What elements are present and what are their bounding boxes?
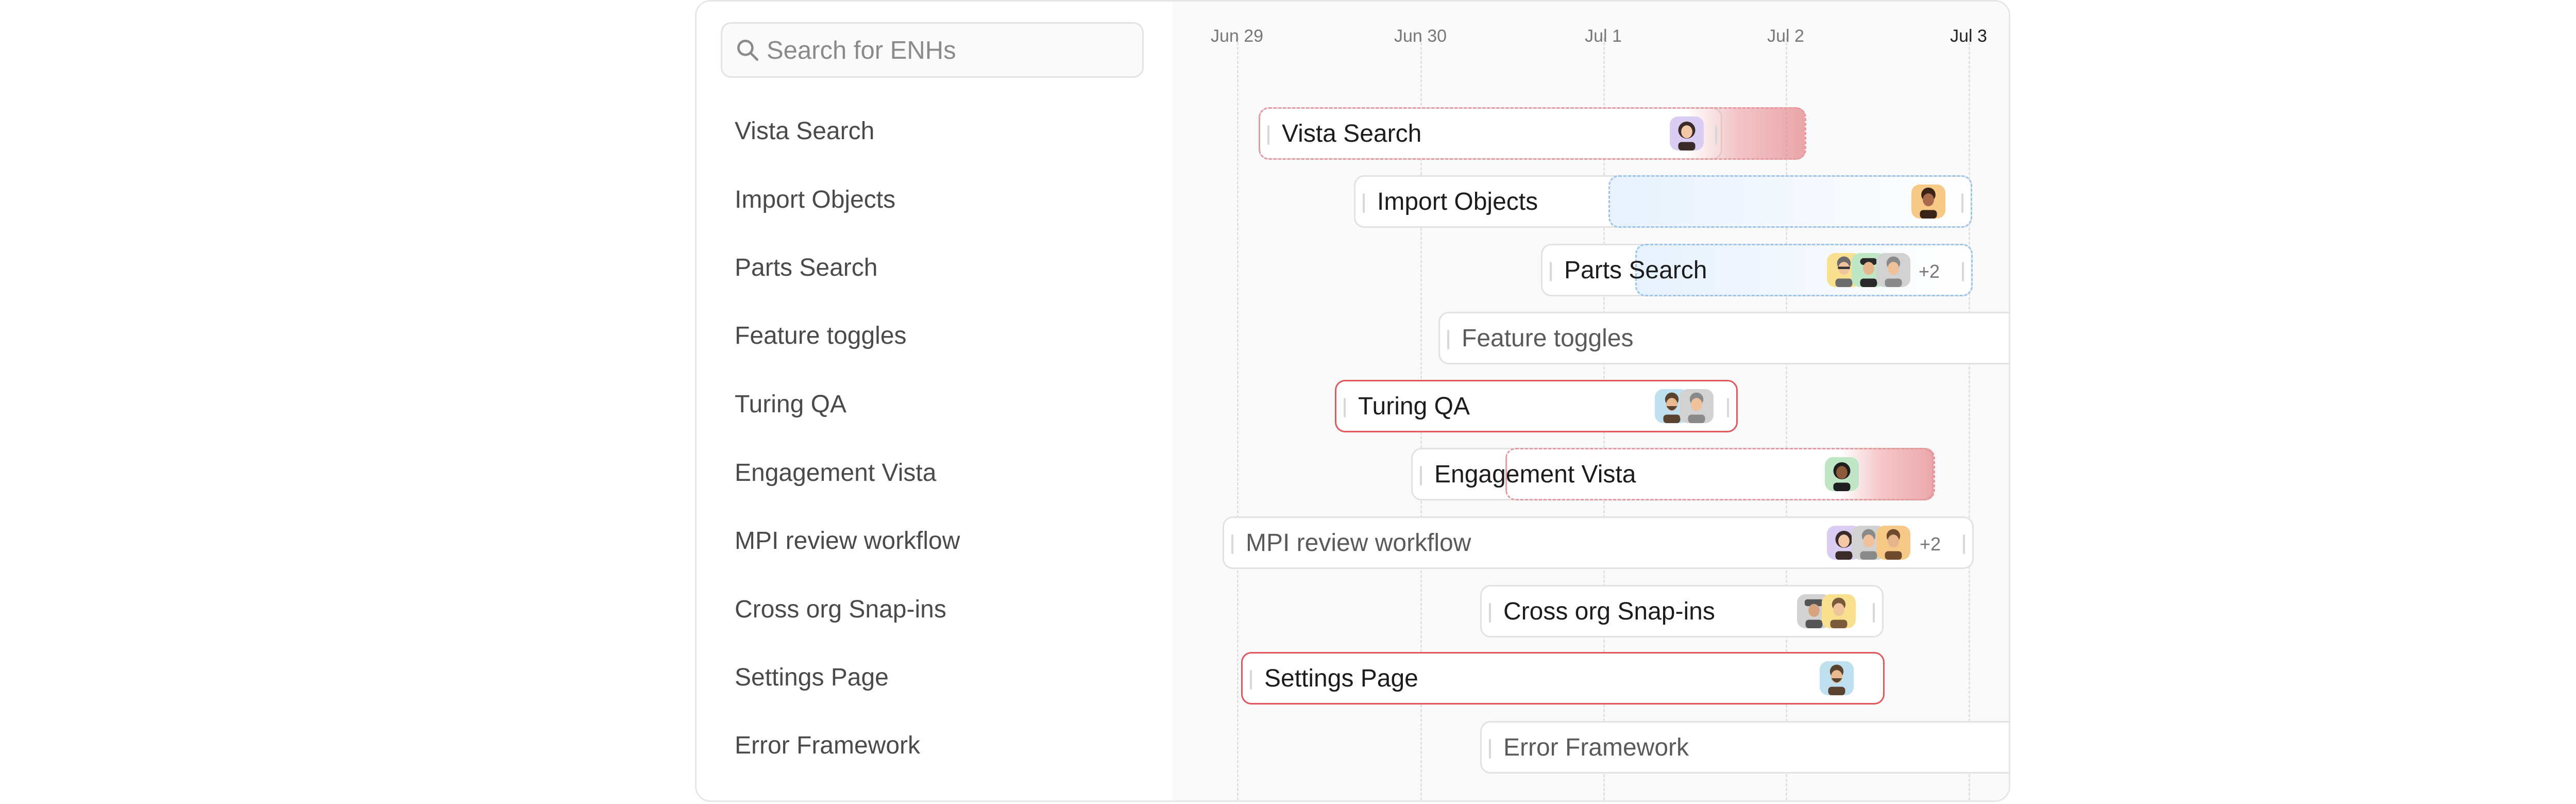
- resize-handle-start[interactable]: [1420, 466, 1422, 485]
- gantt-bar-turing-qa[interactable]: Turing QA: [1335, 380, 1738, 432]
- enh-list-item[interactable]: Cross org Snap-ins: [735, 594, 946, 625]
- avatar-woman-dark: [1825, 457, 1859, 491]
- search-icon: [737, 40, 759, 61]
- resize-handle-start[interactable]: [1250, 670, 1252, 690]
- date-header: Jul 1: [1585, 26, 1622, 46]
- search-box[interactable]: [721, 22, 1144, 78]
- bar-label: Cross org Snap-ins: [1503, 598, 1715, 625]
- gantt-bar-cross-org-snap-ins[interactable]: Cross org Snap-ins: [1480, 585, 1884, 638]
- avatar-man-orange: [1876, 526, 1910, 560]
- enh-list-panel: Vista Search Import Objects Parts Search…: [697, 2, 1173, 800]
- avatar-man-beard: [1820, 661, 1854, 695]
- avatar-man: [1911, 185, 1945, 219]
- resize-handle-end[interactable]: [1962, 262, 1964, 281]
- bar-label: MPI review workflow: [1246, 529, 1471, 557]
- date-header: Jun 29: [1210, 26, 1264, 46]
- gantt-bar-vista-search[interactable]: Vista Search: [1259, 107, 1806, 160]
- day-gridline: [1237, 38, 1239, 800]
- enh-list-item[interactable]: Import Objects: [735, 185, 895, 215]
- search-input[interactable]: [766, 24, 1128, 77]
- avatar-man-yellow: [1822, 594, 1856, 628]
- resize-handle-end[interactable]: [1727, 398, 1729, 417]
- roadmap-card: Vista Search Import Objects Parts Search…: [695, 0, 2010, 802]
- gantt-bar-parts-search[interactable]: Parts Search +2: [1541, 244, 1973, 296]
- more-assignees-count[interactable]: +2: [1919, 261, 1940, 282]
- enh-list-item[interactable]: Parts Search: [735, 253, 877, 283]
- bar-label: Turing QA: [1358, 393, 1470, 420]
- timeline-area: Jun 29 Jun 30 Jul 1 Jul 2 Jul 3 Vista Se…: [1173, 2, 2009, 800]
- resize-handle-start[interactable]: [1489, 603, 1491, 623]
- avatar-woman: [1670, 116, 1704, 150]
- enh-list-item[interactable]: Feature toggles: [735, 321, 907, 351]
- resize-handle-start[interactable]: [1363, 193, 1365, 213]
- bar-label: Error Framework: [1503, 734, 1689, 761]
- resize-handle-end[interactable]: [1963, 534, 1965, 554]
- date-header: Jun 30: [1394, 26, 1447, 46]
- enh-list-item[interactable]: Engagement Vista: [735, 458, 936, 489]
- resize-handle-end[interactable]: [1715, 125, 1717, 145]
- avatar-man-grey: [1876, 253, 1910, 287]
- more-assignees-count[interactable]: +2: [1920, 533, 1941, 555]
- resize-handle-start[interactable]: [1344, 398, 1346, 417]
- enh-list-item[interactable]: Turing QA: [735, 389, 846, 420]
- enh-list-item[interactable]: Error Framework: [735, 730, 920, 761]
- resize-handle-start[interactable]: [1550, 262, 1552, 281]
- resize-handle-start[interactable]: [1489, 739, 1491, 759]
- resize-handle-end[interactable]: [1961, 193, 1963, 213]
- resize-handle-start[interactable]: [1231, 534, 1233, 554]
- bar-label: Engagement Vista: [1434, 461, 1636, 488]
- gantt-bar-mpi-review-workflow[interactable]: MPI review workflow +2: [1223, 516, 1974, 569]
- avatar-man-grey: [1680, 389, 1714, 423]
- gantt-bar-settings-page[interactable]: Settings Page: [1241, 652, 1885, 705]
- gantt-bar-import-objects[interactable]: Import Objects: [1354, 175, 1972, 228]
- enh-list-item[interactable]: Settings Page: [735, 662, 889, 693]
- date-header: Jul 2: [1767, 26, 1804, 46]
- bar-label: Parts Search: [1564, 257, 1707, 284]
- gantt-bar-error-framework[interactable]: Error Framework: [1480, 721, 2009, 774]
- day-gridline: [1969, 38, 1970, 800]
- date-header-today: Jul 3: [1950, 26, 1987, 46]
- enh-list-item[interactable]: Vista Search: [735, 116, 874, 147]
- resize-handle-start[interactable]: [1447, 330, 1449, 349]
- bar-label: Import Objects: [1377, 188, 1538, 215]
- gantt-bar-engagement-vista[interactable]: Engagement Vista: [1411, 448, 1935, 500]
- resize-handle-end[interactable]: [1873, 603, 1875, 623]
- bar-label: Vista Search: [1282, 120, 1422, 147]
- gantt-bar-feature-toggles[interactable]: Feature toggles: [1438, 312, 2009, 364]
- bar-label: Settings Page: [1264, 665, 1418, 692]
- enh-list-item[interactable]: MPI review workflow: [735, 526, 960, 557]
- bar-label: Feature toggles: [1462, 325, 1634, 352]
